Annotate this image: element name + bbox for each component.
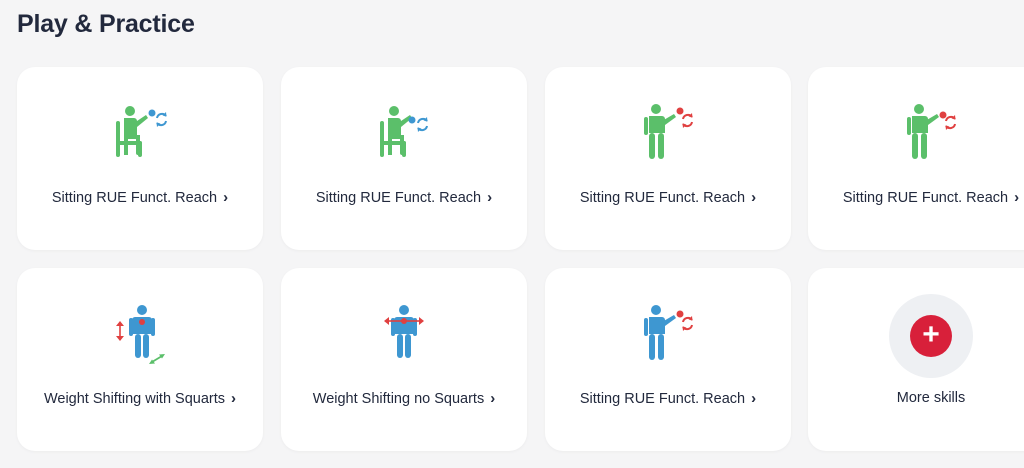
chevron-right-icon: ›: [231, 390, 237, 407]
weight-shift-icon: [372, 302, 436, 366]
skill-card-label: Sitting RUE Funct. Reach: [842, 190, 1009, 206]
skill-card[interactable]: Sitting RUE Funct. Reach ›: [545, 67, 791, 250]
skill-card-label-row: Weight Shifting no Squarts ›: [281, 390, 527, 407]
page-title: Play & Practice: [17, 10, 195, 38]
chevron-right-icon: ›: [223, 189, 229, 206]
more-skills-label: More skills: [896, 390, 966, 406]
chevron-right-icon: ›: [487, 189, 493, 206]
skill-card[interactable]: Sitting RUE Funct. Reach ›: [17, 67, 263, 250]
skill-card-label-row: Sitting RUE Funct. Reach ›: [808, 189, 1024, 206]
skill-card-label-row: Sitting RUE Funct. Reach ›: [17, 189, 263, 206]
skill-card-label: Sitting RUE Funct. Reach: [315, 190, 482, 206]
skill-card[interactable]: Sitting RUE Funct. Reach ›: [281, 67, 527, 250]
skill-card-label: Weight Shifting with Squarts: [43, 391, 226, 407]
skill-card-label: Weight Shifting no Squarts: [312, 391, 485, 407]
seated-reach-icon: [372, 101, 436, 165]
skill-card[interactable]: Weight Shifting with Squarts ›: [17, 268, 263, 451]
skill-card-label-row: Sitting RUE Funct. Reach ›: [545, 189, 791, 206]
skill-card-label: Sitting RUE Funct. Reach: [579, 190, 746, 206]
skill-card[interactable]: Sitting RUE Funct. Reach ›: [545, 268, 791, 451]
standing-reach-icon: [636, 101, 700, 165]
standing-reach-icon: [636, 302, 700, 366]
play-practice-page: Play & Practice Sitting RUE Funct. Reach…: [0, 0, 1024, 468]
more-skills-label-row: More skills: [808, 390, 1024, 406]
skill-card-label-row: Sitting RUE Funct. Reach ›: [281, 189, 527, 206]
more-skills-circle: +: [889, 294, 973, 378]
skill-card-label: Sitting RUE Funct. Reach: [51, 190, 218, 206]
skill-card-label: Sitting RUE Funct. Reach: [579, 391, 746, 407]
skill-card[interactable]: Weight Shifting no Squarts ›: [281, 268, 527, 451]
chevron-right-icon: ›: [751, 189, 757, 206]
seated-reach-icon: [108, 101, 172, 165]
plus-icon[interactable]: +: [910, 315, 952, 357]
chevron-right-icon: ›: [751, 390, 757, 407]
standing-reach-icon: [899, 101, 963, 165]
skill-card[interactable]: Sitting RUE Funct. Reach ›: [808, 67, 1024, 250]
more-skills-card[interactable]: + More skills: [808, 268, 1024, 451]
chevron-right-icon: ›: [490, 390, 496, 407]
skill-card-label-row: Weight Shifting with Squarts ›: [17, 390, 263, 407]
skill-card-label-row: Sitting RUE Funct. Reach ›: [545, 390, 791, 407]
chevron-right-icon: ›: [1014, 189, 1020, 206]
weight-shift-squat-icon: [108, 302, 172, 366]
